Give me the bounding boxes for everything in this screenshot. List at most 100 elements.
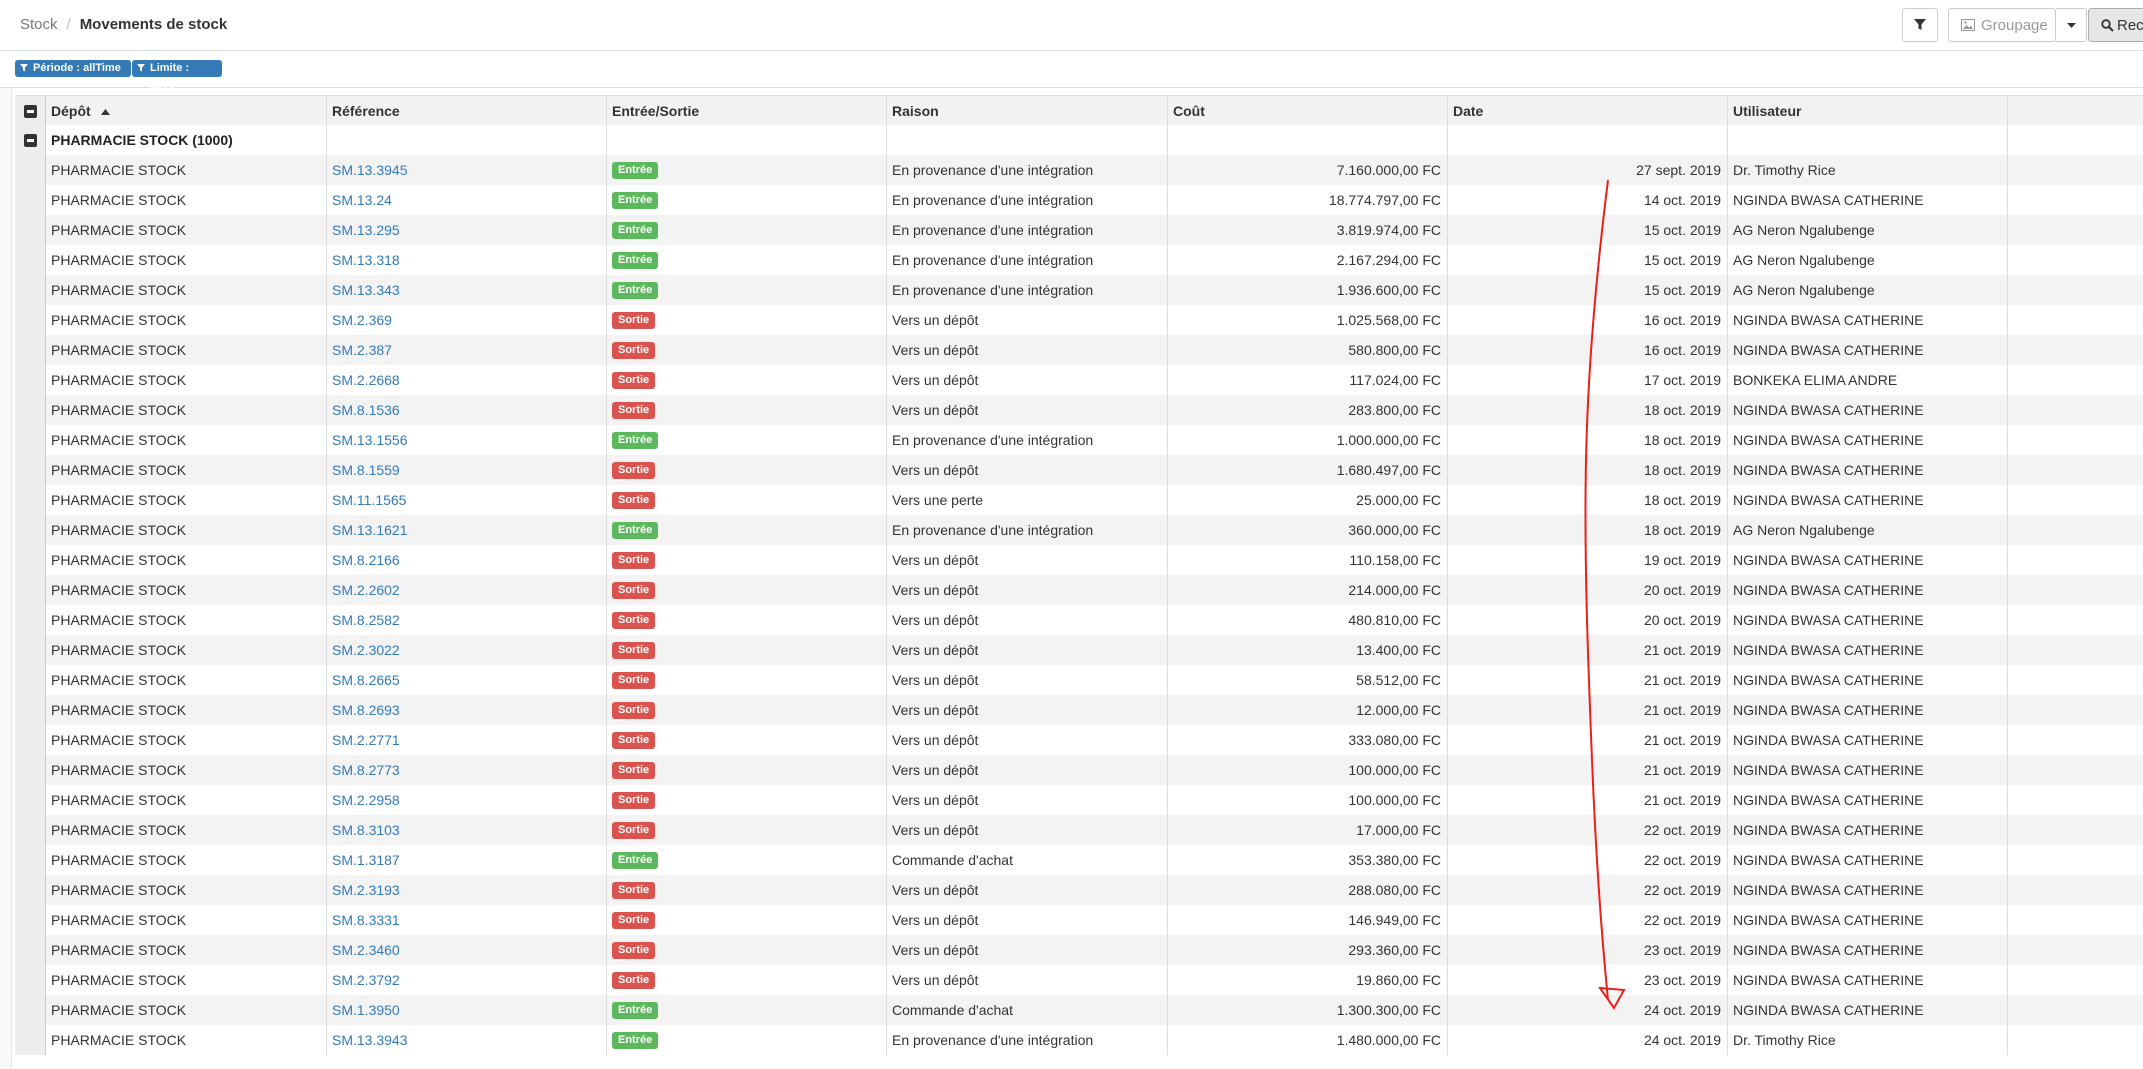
row-reference[interactable]: SM.13.1621 xyxy=(327,515,607,545)
filter-chip-limit[interactable]: Limite : 1000 xyxy=(132,60,222,91)
grouping-dropdown-toggle[interactable] xyxy=(2056,8,2087,42)
row-reference[interactable]: SM.13.24 xyxy=(327,185,607,215)
column-header-in-out[interactable]: Entrée/Sortie xyxy=(607,96,887,126)
filter-chip-period[interactable]: Période : allTime xyxy=(15,60,131,77)
table-row[interactable]: PHARMACIE STOCK SM.8.2582 Sortie Vers un dé… xyxy=(15,605,2143,635)
table-row[interactable]: PHARMACIE STOCK SM.13.1556 Entrée En proven… xyxy=(15,425,2143,455)
table-row[interactable]: PHARMACIE STOCK SM.13.318 Entrée En provena… xyxy=(15,245,2143,275)
column-header-user[interactable]: Utilisateur xyxy=(1728,96,2008,126)
row-reference[interactable]: SM.8.2773 xyxy=(327,755,607,785)
row-select-cell[interactable] xyxy=(15,665,46,695)
row-select-cell[interactable] xyxy=(15,305,46,335)
row-select-cell[interactable] xyxy=(15,1025,46,1055)
row-reference[interactable]: SM.2.3792 xyxy=(327,965,607,995)
table-row[interactable]: PHARMACIE STOCK SM.8.2665 Sortie Vers un dé… xyxy=(15,665,2143,695)
table-row[interactable]: PHARMACIE STOCK SM.1.3187 Entrée Commande d… xyxy=(15,845,2143,875)
table-row[interactable]: PHARMACIE STOCK SM.13.295 Entrée En provena… xyxy=(15,215,2143,245)
row-reference[interactable]: SM.13.295 xyxy=(327,215,607,245)
row-reference[interactable]: SM.2.369 xyxy=(327,305,607,335)
row-select-cell[interactable] xyxy=(15,275,46,305)
row-reference[interactable]: SM.2.2958 xyxy=(327,785,607,815)
table-row[interactable]: PHARMACIE STOCK SM.13.3943 Entrée En proven… xyxy=(15,1025,2143,1055)
row-reference[interactable]: SM.2.2771 xyxy=(327,725,607,755)
table-row[interactable]: PHARMACIE STOCK SM.8.2693 Sortie Vers un dé… xyxy=(15,695,2143,725)
row-reference[interactable]: SM.2.2668 xyxy=(327,365,607,395)
row-select-cell[interactable] xyxy=(15,545,46,575)
row-reference[interactable]: SM.2.387 xyxy=(327,335,607,365)
row-reference[interactable]: SM.1.3950 xyxy=(327,995,607,1025)
table-row[interactable]: PHARMACIE STOCK SM.8.2773 Sortie Vers un dé… xyxy=(15,755,2143,785)
table-row[interactable]: PHARMACIE STOCK SM.2.369 Sortie Vers un dép… xyxy=(15,305,2143,335)
row-select-cell[interactable] xyxy=(15,725,46,755)
row-reference[interactable]: SM.2.3193 xyxy=(327,875,607,905)
row-select-cell[interactable] xyxy=(15,245,46,275)
breadcrumb-root[interactable]: Stock xyxy=(20,16,58,33)
table-row[interactable]: PHARMACIE STOCK SM.2.2668 Sortie Vers un dé… xyxy=(15,365,2143,395)
row-reference[interactable]: SM.8.3331 xyxy=(327,905,607,935)
column-header-reference[interactable]: Référence xyxy=(327,96,607,126)
row-select-cell[interactable] xyxy=(15,455,46,485)
row-select-cell[interactable] xyxy=(15,605,46,635)
row-reference[interactable]: SM.2.3022 xyxy=(327,635,607,665)
column-header-date[interactable]: Date xyxy=(1448,96,1728,126)
group-collapse-cell[interactable] xyxy=(15,125,46,155)
table-row[interactable]: PHARMACIE STOCK SM.8.1559 Sortie Vers un dé… xyxy=(15,455,2143,485)
table-row[interactable]: PHARMACIE STOCK SM.1.3950 Entrée Commande d… xyxy=(15,995,2143,1025)
row-select-cell[interactable] xyxy=(15,425,46,455)
row-select-cell[interactable] xyxy=(15,935,46,965)
table-row[interactable]: PHARMACIE STOCK SM.8.1536 Sortie Vers un dé… xyxy=(15,395,2143,425)
row-select-cell[interactable] xyxy=(15,755,46,785)
row-select-cell[interactable] xyxy=(15,905,46,935)
table-row[interactable]: PHARMACIE STOCK SM.13.24 Entrée En provenan… xyxy=(15,185,2143,215)
table-row[interactable]: PHARMACIE STOCK SM.8.3103 Sortie Vers un dé… xyxy=(15,815,2143,845)
row-reference[interactable]: SM.2.3460 xyxy=(327,935,607,965)
row-select-cell[interactable] xyxy=(15,485,46,515)
row-select-cell[interactable] xyxy=(15,215,46,245)
table-row[interactable]: PHARMACIE STOCK SM.2.387 Sortie Vers un dép… xyxy=(15,335,2143,365)
table-row[interactable]: PHARMACIE STOCK SM.8.2166 Sortie Vers un dé… xyxy=(15,545,2143,575)
table-row[interactable]: PHARMACIE STOCK SM.13.343 Entrée En provena… xyxy=(15,275,2143,305)
row-select-cell[interactable] xyxy=(15,515,46,545)
row-select-cell[interactable] xyxy=(15,335,46,365)
table-row[interactable]: PHARMACIE STOCK SM.2.3460 Sortie Vers un dé… xyxy=(15,935,2143,965)
row-reference[interactable]: SM.13.318 xyxy=(327,245,607,275)
table-row[interactable]: PHARMACIE STOCK SM.2.3792 Sortie Vers un dé… xyxy=(15,965,2143,995)
row-reference[interactable]: SM.1.3187 xyxy=(327,845,607,875)
row-select-cell[interactable] xyxy=(15,155,46,185)
row-select-cell[interactable] xyxy=(15,185,46,215)
row-reference[interactable]: SM.8.2582 xyxy=(327,605,607,635)
table-row[interactable]: PHARMACIE STOCK SM.2.2771 Sortie Vers un dé… xyxy=(15,725,2143,755)
table-row[interactable]: PHARMACIE STOCK SM.2.3022 Sortie Vers un dé… xyxy=(15,635,2143,665)
column-header-depot[interactable]: Dépôt xyxy=(46,96,327,126)
row-reference[interactable]: SM.13.343 xyxy=(327,275,607,305)
table-row[interactable]: PHARMACIE STOCK SM.2.3193 Sortie Vers un dé… xyxy=(15,875,2143,905)
row-select-cell[interactable] xyxy=(15,995,46,1025)
select-all-cell[interactable] xyxy=(15,96,46,126)
row-select-cell[interactable] xyxy=(15,875,46,905)
group-row[interactable]: PHARMACIE STOCK (1000) xyxy=(15,125,2143,156)
row-select-cell[interactable] xyxy=(15,395,46,425)
table-row[interactable]: PHARMACIE STOCK SM.8.3331 Sortie Vers un dé… xyxy=(15,905,2143,935)
row-select-cell[interactable] xyxy=(15,365,46,395)
row-select-cell[interactable] xyxy=(15,785,46,815)
row-select-cell[interactable] xyxy=(15,815,46,845)
row-reference[interactable]: SM.8.2166 xyxy=(327,545,607,575)
row-select-cell[interactable] xyxy=(15,635,46,665)
table-row[interactable]: PHARMACIE STOCK SM.13.3945 Entrée En proven… xyxy=(15,155,2143,185)
row-reference[interactable]: SM.2.2602 xyxy=(327,575,607,605)
table-row[interactable]: PHARMACIE STOCK SM.11.1565 Sortie Vers une … xyxy=(15,485,2143,515)
row-select-cell[interactable] xyxy=(15,965,46,995)
row-reference[interactable]: SM.11.1565 xyxy=(327,485,607,515)
table-row[interactable]: PHARMACIE STOCK SM.13.1621 Entrée En proven… xyxy=(15,515,2143,545)
row-reference[interactable]: SM.8.1559 xyxy=(327,455,607,485)
column-header-reason[interactable]: Raison xyxy=(887,96,1168,126)
row-reference[interactable]: SM.13.1556 xyxy=(327,425,607,455)
grouping-button[interactable]: Groupage xyxy=(1948,8,2056,42)
table-row[interactable]: PHARMACIE STOCK SM.2.2602 Sortie Vers un dé… xyxy=(15,575,2143,605)
row-select-cell[interactable] xyxy=(15,695,46,725)
row-reference[interactable]: SM.13.3943 xyxy=(327,1025,607,1055)
row-select-cell[interactable] xyxy=(15,845,46,875)
row-reference[interactable]: SM.8.2693 xyxy=(327,695,607,725)
search-button[interactable]: Rec xyxy=(2088,8,2143,42)
row-reference[interactable]: SM.13.3945 xyxy=(327,155,607,185)
